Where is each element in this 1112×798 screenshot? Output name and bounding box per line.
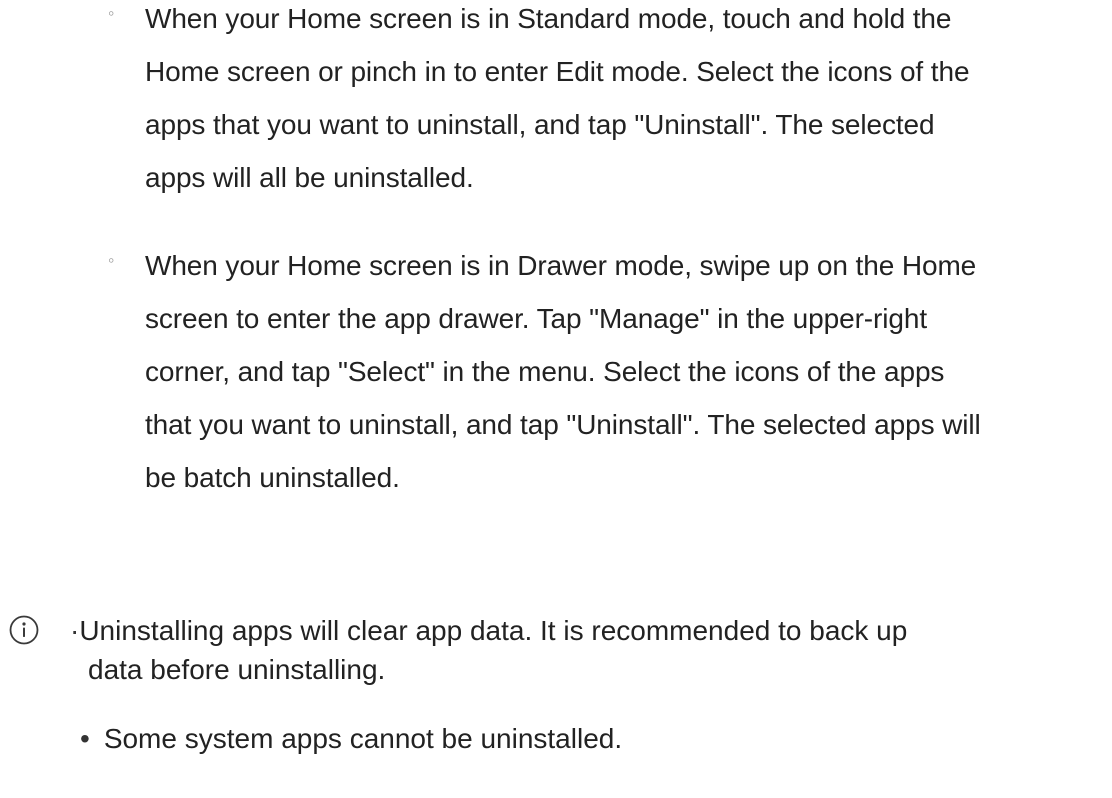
text-line: corner, and tap "Select" in the menu. Se… — [145, 356, 945, 387]
bullet-dot: • — [80, 723, 90, 754]
info-icon — [9, 615, 39, 645]
note-bullet-clear-data-continued: data before uninstalling. — [88, 654, 386, 685]
drawer-mode-text: When your Home screen is in Drawer mode,… — [145, 239, 1108, 504]
standard-mode-item: ◦ When your Home screen is in Standard m… — [108, 0, 1108, 204]
text-line: screen to enter the app drawer. Tap "Man… — [145, 303, 927, 334]
text-line: apps that you want to uninstall, and tap… — [145, 109, 935, 140]
hollow-bullet-marker: ◦ — [108, 3, 115, 23]
text-line: that you want to uninstall, and tap "Uni… — [145, 409, 981, 440]
text-line: When your Home screen is in Standard mod… — [145, 3, 952, 34]
text-line: apps will all be uninstalled. — [145, 162, 474, 193]
hollow-bullet-marker: ◦ — [108, 250, 115, 270]
text-line: When your Home screen is in Drawer mode,… — [145, 250, 977, 281]
text-line: Home screen or pinch in to enter Edit mo… — [145, 56, 970, 87]
text-line: be batch uninstalled. — [145, 462, 400, 493]
drawer-mode-item: ◦ When your Home screen is in Drawer mod… — [108, 239, 1108, 504]
bullet-dot: · — [70, 615, 80, 646]
note-bullet-clear-data: ·Uninstalling apps will clear app data. … — [70, 612, 907, 650]
note-bullet-system-apps: • Some system apps cannot be uninstalled. — [80, 720, 622, 758]
note-text: Some system apps cannot be uninstalled. — [103, 723, 623, 754]
standard-mode-text: When your Home screen is in Standard mod… — [145, 0, 1108, 204]
note-text: Uninstalling apps will clear app data. I… — [79, 615, 908, 646]
